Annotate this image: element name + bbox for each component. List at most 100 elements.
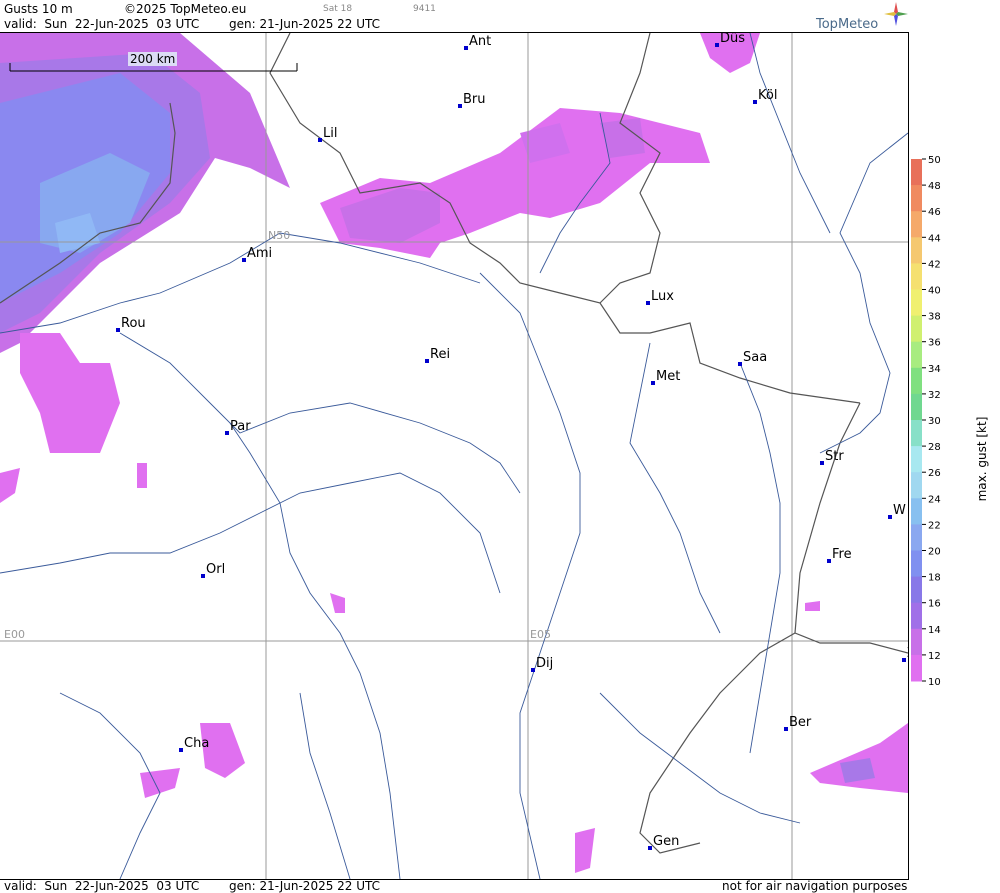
city-label: Köl [758, 88, 777, 103]
legend-tick-label: 12 [928, 651, 941, 662]
city-label: Saa [743, 350, 767, 365]
legend-tick-label: 20 [928, 547, 941, 558]
generated-time: gen: 21-Jun-2025 22 UTC [229, 17, 381, 31]
legend-tick-label: 40 [928, 286, 941, 297]
city-marker [646, 301, 650, 305]
city-label: Lux [651, 289, 674, 304]
code-label: 9411 [413, 4, 436, 14]
city-marker [458, 104, 462, 108]
legend-swatch [911, 315, 922, 343]
legend-swatch [911, 524, 922, 551]
city-label: Ant [469, 34, 491, 49]
legend-tick-label: 34 [928, 364, 941, 375]
city-marker [179, 748, 183, 752]
city-marker [820, 461, 824, 465]
legend-tick-label: 48 [928, 181, 941, 192]
city-marker [425, 359, 429, 363]
gust-map[interactable]: N50 E00 E05 Ant Düs Bru Köl Lil Ami Lux Rou Rei S… [0, 32, 909, 880]
city-label: Rei [430, 347, 450, 362]
legend-tick-label: 26 [928, 468, 941, 479]
legend-swatch [911, 446, 922, 473]
city-marker [715, 43, 719, 47]
city-marker [318, 138, 322, 142]
city-label: Cha [184, 736, 209, 751]
city-marker [242, 258, 246, 262]
legend-swatch [911, 602, 922, 630]
sat-label: Sat 18 [323, 4, 353, 14]
color-legend: 50 48 46 44 42 40 38 36 34 32 30 28 26 24 22 20 18 16 14 12… [911, 155, 989, 688]
city-label: Par [230, 419, 251, 434]
city-label: Str [825, 449, 844, 464]
legend-swatch [911, 237, 922, 264]
legend-tick-label: 22 [928, 520, 941, 531]
city-marker [738, 362, 742, 366]
legend-swatch [911, 420, 922, 447]
legend-tick-label: 24 [928, 494, 941, 505]
legend-tick-label: 32 [928, 390, 941, 401]
city-marker [531, 668, 535, 672]
topmeteo-logo: TopMeteo [816, 17, 879, 32]
legend-swatch [911, 393, 922, 421]
legend-tick-label: 44 [928, 233, 941, 244]
legend-swatch [911, 159, 922, 186]
legend-tick-label: 30 [928, 416, 941, 427]
city-marker [827, 559, 831, 563]
legend-tick-label: 16 [928, 599, 941, 610]
city-marker [651, 381, 655, 385]
footer-valid: valid: Sun 22-Jun-2025 03 UTC [4, 879, 200, 893]
legend-swatch [911, 341, 922, 369]
city-label: Gen [653, 834, 679, 849]
legend-tick-label: 10 [928, 677, 941, 688]
legend-swatch [911, 367, 922, 395]
legend-swatch [911, 263, 922, 290]
city-marker [784, 727, 788, 731]
city-marker [464, 46, 468, 50]
legend-swatch [911, 211, 922, 238]
city-label: Bru [463, 92, 486, 107]
city-label: Ber [789, 715, 812, 730]
footer-gen: gen: 21-Jun-2025 22 UTC [229, 879, 381, 893]
city-marker [648, 846, 652, 850]
city-marker [888, 515, 892, 519]
copyright-text: ©2025 TopMeteo.eu [124, 2, 247, 16]
legend-tick-label: 28 [928, 442, 941, 453]
compass-logo-icon [884, 2, 908, 26]
legend-swatch [911, 628, 922, 656]
city-label: Lil [323, 126, 337, 141]
legend-swatch [911, 472, 922, 499]
city-marker [116, 328, 120, 332]
legend-ticks: 50 48 46 44 42 40 38 36 34 32 30 28 26 24 22 20 18 16 14 12… [922, 155, 941, 688]
legend-swatch [911, 498, 922, 525]
city-label: Met [656, 369, 680, 384]
legend-tick-label: 50 [928, 155, 941, 166]
legend-swatch [911, 654, 922, 682]
grid-label-e05: E05 [530, 628, 551, 641]
city-label: Düs [720, 32, 745, 46]
city-label: Orl [206, 562, 225, 577]
city-label: Dij [536, 656, 553, 671]
city-marker [201, 574, 205, 578]
city-label: Fre [832, 547, 852, 562]
legend-swatch [911, 185, 922, 212]
legend-tick-label: 42 [928, 259, 941, 270]
legend-bar [911, 159, 922, 682]
city-marker [902, 658, 906, 662]
scale-label: 200 km [128, 52, 178, 66]
footer-note: not for air navigation purposes [722, 879, 908, 893]
city-marker [225, 431, 229, 435]
city-label: W [893, 503, 906, 518]
legend-tick-label: 14 [928, 625, 941, 636]
legend-swatch [911, 576, 922, 604]
grid-label-n50: N50 [268, 229, 290, 242]
city-label: Ami [247, 246, 272, 261]
product-title: Gusts 10 m [4, 2, 73, 16]
gust-field-layer [0, 33, 908, 873]
legend-swatch [911, 289, 922, 317]
legend-tick-label: 46 [928, 207, 941, 218]
legend-swatch [911, 550, 922, 578]
city-marker [753, 100, 757, 104]
legend-tick-label: 36 [928, 338, 941, 349]
valid-time: valid: Sun 22-Jun-2025 03 UTC [4, 17, 200, 31]
city-label: Rou [121, 316, 146, 331]
legend-tick-label: 38 [928, 312, 941, 323]
